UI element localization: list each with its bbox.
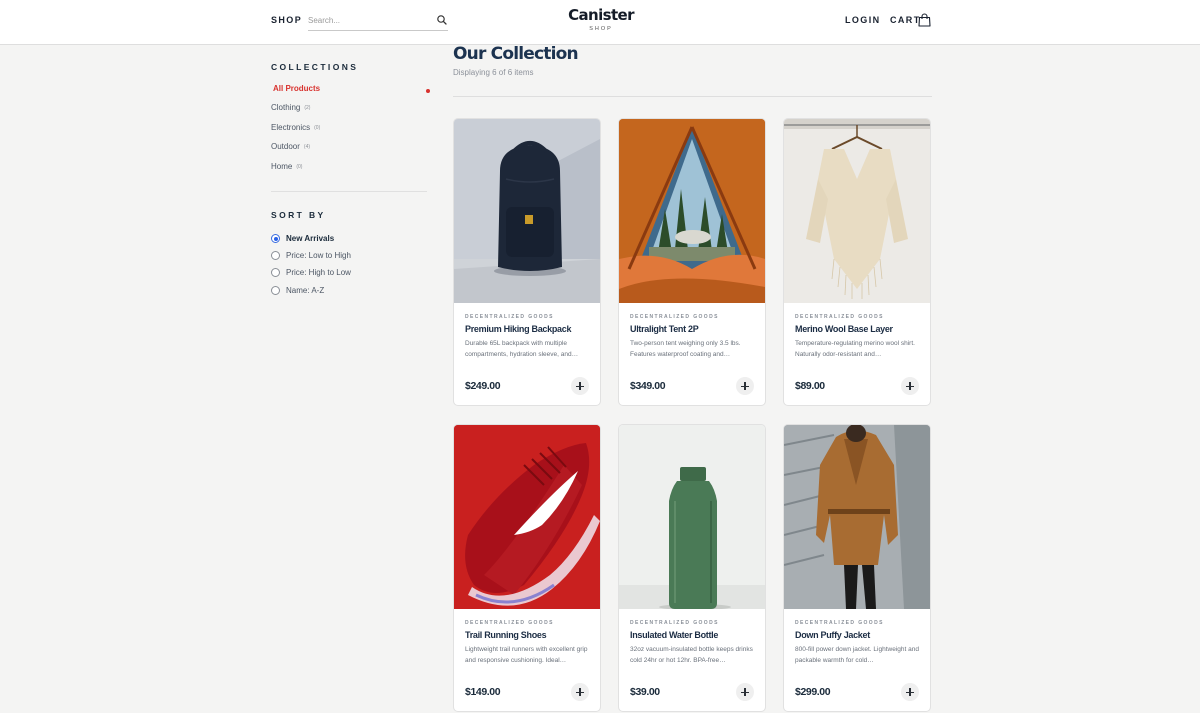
- product-image-water-bottle: [619, 425, 765, 609]
- heading-divider: [453, 96, 932, 97]
- product-image-merino-top: [784, 119, 930, 303]
- product-description: Durable 65L backpack with multiple compa…: [465, 340, 579, 358]
- product-card[interactable]: DECENTRALIZED GOODS Merino Wool Base Lay…: [783, 118, 931, 406]
- product-name[interactable]: Ultralight Tent 2P: [630, 324, 699, 334]
- collection-count: (0): [314, 124, 321, 131]
- collection-count: (4): [303, 143, 311, 150]
- logo-subtitle: SHOP: [589, 26, 613, 32]
- collections-heading: COLLECTIONS: [271, 62, 359, 72]
- product-card[interactable]: DECENTRALIZED GOODS Premium Hiking Backp…: [453, 118, 601, 406]
- collection-item-all-products[interactable]: All Products: [273, 84, 433, 98]
- collection-count: (0): [296, 163, 303, 170]
- collection-label: Outdoor: [271, 142, 300, 152]
- collection-count: (2): [304, 104, 311, 111]
- product-price: $149.00: [465, 686, 501, 698]
- search-input[interactable]: [308, 13, 428, 28]
- product-image-backpack: [454, 119, 600, 303]
- product-card[interactable]: DECENTRALIZED GOODS Trail Running Shoes …: [453, 424, 601, 712]
- product-price: $299.00: [795, 686, 831, 698]
- product-card[interactable]: DECENTRALIZED GOODS Down Puffy Jacket 80…: [783, 424, 931, 712]
- add-to-cart-plus-icon[interactable]: [736, 683, 754, 701]
- collection-item-outdoor[interactable]: Outdoor (4): [271, 142, 431, 156]
- add-to-cart-plus-icon[interactable]: [901, 377, 919, 395]
- collection-label: All Products: [273, 84, 321, 94]
- product-description: Lightweight trail runners with excellent…: [465, 646, 588, 664]
- collection-label: Electronics: [271, 123, 311, 133]
- sort-by-heading: SORT BY: [271, 210, 326, 220]
- add-to-cart-plus-icon[interactable]: [736, 377, 754, 395]
- search-box: [308, 11, 448, 31]
- add-to-cart-plus-icon[interactable]: [571, 377, 589, 395]
- logo-wordmark: Canister: [568, 6, 634, 24]
- page-title: Our Collection: [453, 44, 579, 64]
- brand-logo[interactable]: Canister SHOP: [560, 6, 642, 32]
- product-image-tent: [619, 119, 765, 303]
- product-brand: DECENTRALIZED GOODS: [465, 620, 554, 626]
- sort-option-label: New Arrivals: [286, 234, 335, 243]
- item-count-text: Displaying 6 of 6 items: [453, 68, 534, 77]
- collection-item-electronics[interactable]: Electronics (0): [271, 123, 431, 137]
- login-link[interactable]: LOGIN: [845, 15, 881, 25]
- sort-option-label: Price: High to Low: [286, 268, 351, 277]
- product-name[interactable]: Down Puffy Jacket: [795, 630, 870, 640]
- product-description: 800-fill power down jacket. Lightweight …: [795, 646, 919, 664]
- cart-link[interactable]: CART: [890, 15, 921, 25]
- radio-unselected[interactable]: [271, 268, 280, 277]
- collection-label: Clothing: [271, 103, 301, 113]
- product-brand: DECENTRALIZED GOODS: [465, 314, 554, 320]
- sort-option-label: Price: Low to High: [286, 251, 351, 260]
- product-image-running-shoes: [454, 425, 600, 609]
- radio-unselected[interactable]: [271, 251, 280, 260]
- product-description: Two-person tent weighing only 3.5 lbs. F…: [630, 340, 741, 358]
- product-description: Temperature-regulating merino wool shirt…: [795, 340, 915, 358]
- active-indicator-dot: [426, 89, 430, 93]
- add-to-cart-plus-icon[interactable]: [571, 683, 589, 701]
- product-brand: DECENTRALIZED GOODS: [795, 620, 884, 626]
- product-name[interactable]: Merino Wool Base Layer: [795, 324, 893, 334]
- add-to-cart-plus-icon[interactable]: [901, 683, 919, 701]
- product-price: $249.00: [465, 380, 501, 392]
- collection-item-home[interactable]: Home (0): [271, 162, 431, 176]
- shopping-bag-icon[interactable]: [918, 13, 931, 27]
- product-price: $39.00: [630, 686, 660, 698]
- product-card[interactable]: DECENTRALIZED GOODS Insulated Water Bott…: [618, 424, 766, 712]
- product-brand: DECENTRALIZED GOODS: [630, 620, 719, 626]
- radio-selected[interactable]: [271, 234, 280, 243]
- product-image-puffy-jacket: [784, 425, 930, 609]
- collection-item-clothing[interactable]: Clothing (2): [271, 103, 431, 117]
- sidebar-divider: [271, 191, 427, 192]
- sort-option-label: Name: A-Z: [286, 286, 325, 295]
- search-icon[interactable]: [436, 13, 448, 25]
- product-price: $89.00: [795, 380, 825, 392]
- product-name[interactable]: Insulated Water Bottle: [630, 630, 718, 640]
- collection-label: Home: [271, 162, 293, 172]
- product-price: $349.00: [630, 380, 666, 392]
- product-name[interactable]: Trail Running Shoes: [465, 630, 547, 640]
- top-navigation-bar: SHOP Canister SHOP LOGIN CART: [0, 0, 1200, 45]
- product-description: 32oz vacuum-insulated bottle keeps drink…: [630, 646, 753, 664]
- product-brand: DECENTRALIZED GOODS: [795, 314, 884, 320]
- product-card[interactable]: DECENTRALIZED GOODS Ultralight Tent 2P T…: [618, 118, 766, 406]
- nav-shop-link[interactable]: SHOP: [271, 15, 302, 25]
- product-brand: DECENTRALIZED GOODS: [630, 314, 719, 320]
- product-name[interactable]: Premium Hiking Backpack: [465, 324, 571, 334]
- radio-unselected[interactable]: [271, 286, 280, 295]
